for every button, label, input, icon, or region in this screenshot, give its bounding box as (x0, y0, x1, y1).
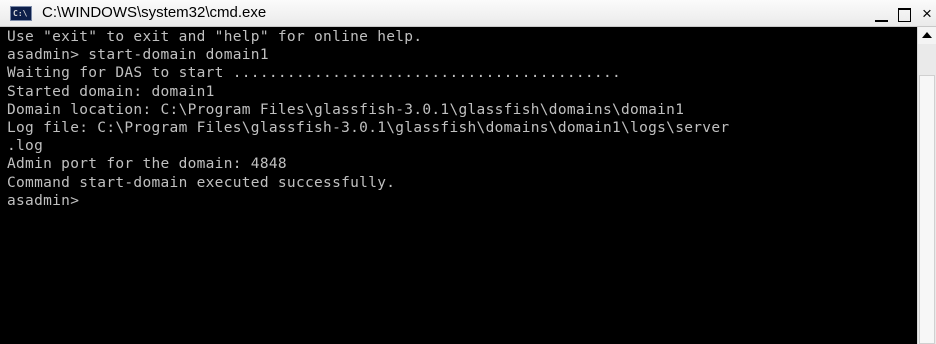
close-button[interactable]: × (922, 5, 936, 25)
console-line: .log (7, 138, 44, 155)
vertical-scrollbar[interactable] (917, 27, 936, 344)
window-title: C:\WINDOWS\system32\cmd.exe (42, 4, 267, 21)
console-line: Use "exit" to exit and "help" for online… (7, 29, 423, 45)
console-line: Domain location: C:\Program Files\glassf… (7, 101, 685, 118)
maximize-button[interactable] (896, 5, 915, 25)
title-bar[interactable]: C:\ C:\WINDOWS\system32\cmd.exe × (0, 0, 936, 27)
console-output[interactable]: Use "exit" to exit and "help" for online… (0, 27, 917, 344)
console-line: Waiting for DAS to start ...............… (7, 65, 622, 82)
console-line: asadmin> start-domain domain1 (7, 47, 269, 64)
minimize-button[interactable] (872, 5, 892, 25)
scrollbar-thumb[interactable] (919, 75, 935, 344)
console-prompt[interactable]: asadmin> (7, 192, 917, 210)
console-line: Started domain: domain1 (7, 83, 215, 100)
console-icon[interactable]: C:\ (10, 6, 32, 21)
cmd-window: C:\ C:\WINDOWS\system32\cmd.exe × Use "e… (0, 0, 936, 344)
console-line: Admin port for the domain: 4848 (7, 156, 287, 173)
scroll-up-arrow-icon[interactable] (918, 27, 936, 44)
console-line: Log file: C:\Program Files\glassfish-3.0… (7, 119, 730, 136)
console-line: Command start-domain executed successful… (7, 174, 396, 191)
